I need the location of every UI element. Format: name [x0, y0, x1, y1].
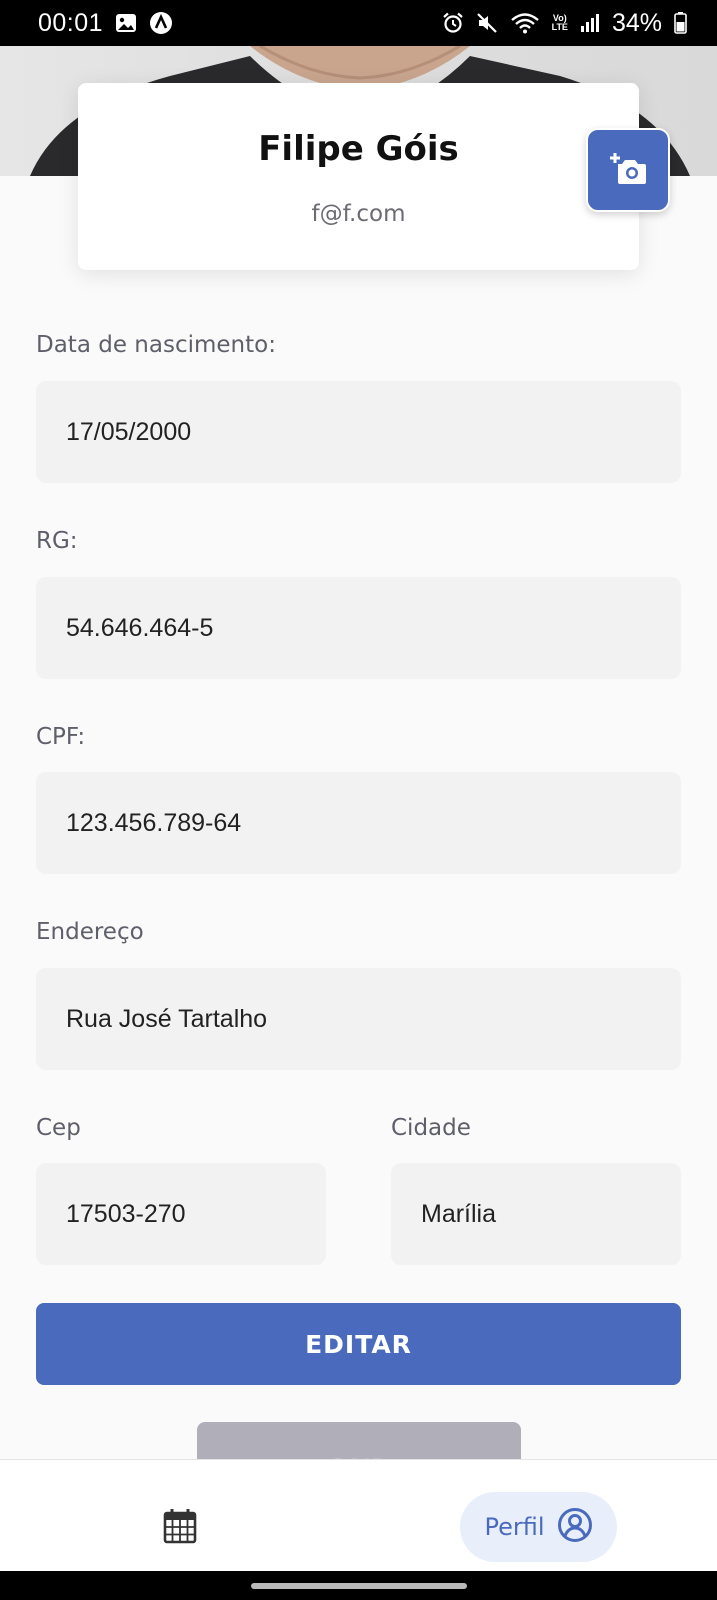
user-circle-icon	[557, 1507, 593, 1547]
cpf-field[interactable]: 123.456.789-64	[36, 772, 681, 874]
status-time: 00:01	[38, 8, 104, 37]
cep-value: 17503-270	[66, 1199, 186, 1228]
a-icon	[149, 11, 173, 35]
status-right: Vo) LTE 34%	[442, 9, 687, 38]
birth-date-value: 17/05/2000	[66, 417, 192, 446]
profile-email: f@f.com	[311, 201, 406, 227]
cep-label: Cep	[36, 1115, 81, 1141]
lte-icon: Vo) LTE	[552, 14, 568, 32]
rg-field[interactable]: 54.646.464-5	[36, 577, 681, 679]
bottom-nav: Perfil	[0, 1459, 717, 1571]
address-label: Endereço	[36, 919, 144, 945]
add-photo-button[interactable]	[586, 128, 670, 212]
nav-profile-label: Perfil	[484, 1513, 545, 1541]
cep-field[interactable]: 17503-270	[36, 1163, 326, 1265]
status-left: 00:01	[38, 9, 173, 38]
rg-label: RG:	[36, 528, 78, 554]
rg-value: 54.646.464-5	[66, 613, 214, 642]
signal-icon	[580, 13, 600, 33]
gesture-handle[interactable]	[251, 1583, 467, 1589]
wifi-icon	[510, 12, 540, 34]
battery-icon	[674, 12, 687, 34]
address-value: Rua José Tartalho	[66, 1004, 268, 1033]
profile-card: Filipe Góis f@f.com	[78, 83, 639, 270]
address-field[interactable]: Rua José Tartalho	[36, 968, 681, 1070]
nav-item-profile[interactable]: Perfil	[460, 1492, 617, 1562]
birth-date-label: Data de nascimento:	[36, 332, 276, 358]
city-label: Cidade	[391, 1115, 471, 1141]
edit-button[interactable]: EDITAR	[36, 1303, 681, 1385]
mute-icon	[476, 12, 498, 34]
status-bar: 00:01 Vo) LTE 34%	[0, 0, 717, 46]
cpf-value: 123.456.789-64	[66, 808, 242, 837]
cpf-label: CPF:	[36, 724, 86, 750]
add-photo-icon	[608, 150, 648, 190]
lte-bottom-text: LTE	[551, 22, 568, 32]
nav-item-calendar[interactable]	[160, 1508, 200, 1548]
gesture-area	[0, 1571, 717, 1600]
city-field[interactable]: Marília	[391, 1163, 681, 1265]
birth-date-field[interactable]: 17/05/2000	[36, 381, 681, 483]
calendar-icon	[163, 1508, 197, 1548]
alarm-icon	[442, 12, 464, 34]
battery-percent: 34%	[611, 8, 662, 37]
gallery-icon	[115, 13, 137, 33]
city-value: Marília	[421, 1199, 497, 1228]
profile-name: Filipe Góis	[258, 129, 459, 169]
profile-screen: 00:01 Vo) LTE 34% Filipe Góis f@f.com Da…	[0, 0, 717, 1600]
